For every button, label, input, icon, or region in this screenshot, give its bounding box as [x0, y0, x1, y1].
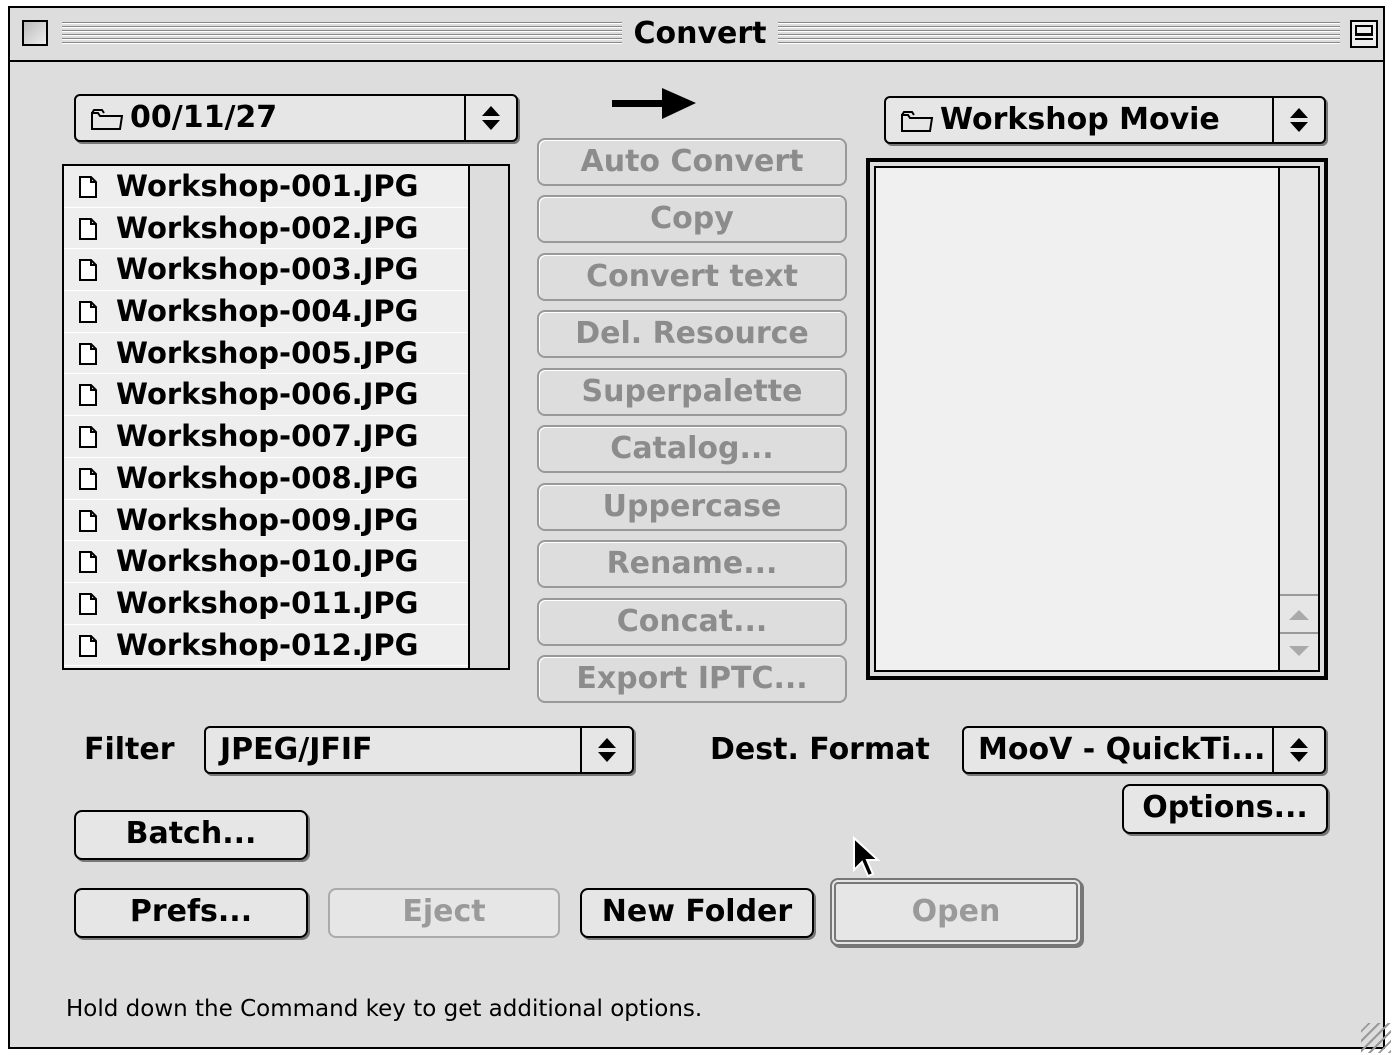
- dest-format-popup[interactable]: MooV - QuickTi...: [962, 726, 1326, 774]
- copy-button[interactable]: Copy: [537, 195, 847, 243]
- dest-folder-popup[interactable]: Workshop Movie: [884, 96, 1326, 144]
- batch-button[interactable]: Batch...: [74, 810, 308, 860]
- catalog-button[interactable]: Catalog...: [537, 425, 847, 473]
- source-folder-name: 00/11/27: [130, 100, 278, 135]
- scroll-down-arrow-icon[interactable]: [1280, 632, 1318, 670]
- popup-arrows-icon: [464, 96, 516, 140]
- filter-popup[interactable]: JPEG/JFIF: [204, 726, 634, 774]
- file-name: Workshop-003.JPG: [116, 252, 419, 287]
- file-list-item[interactable]: Workshop-003.JPG: [64, 249, 470, 292]
- document-icon: [79, 384, 97, 407]
- convert-text-button[interactable]: Convert text: [537, 253, 847, 301]
- file-list-item[interactable]: Workshop-010.JPG: [64, 541, 470, 583]
- dest-format-value: MooV - QuickTi...: [978, 732, 1266, 767]
- file-name: Workshop-006.JPG: [116, 377, 419, 412]
- file-list-item[interactable]: Workshop-011.JPG: [64, 583, 470, 625]
- dest-format-label: Dest. Format: [710, 732, 930, 767]
- dest-folder-label: Workshop Movie: [900, 98, 1220, 142]
- file-list-item[interactable]: Workshop-008.JPG: [64, 458, 470, 500]
- document-icon: [79, 176, 97, 198]
- file-list-item[interactable]: Workshop-007.JPG: [64, 416, 470, 458]
- auto-convert-button[interactable]: Auto Convert: [537, 138, 847, 186]
- status-hint: Hold down the Command key to get additio…: [66, 996, 703, 1022]
- file-name: Workshop-009.JPG: [116, 502, 419, 537]
- eject-button[interactable]: Eject: [328, 888, 560, 938]
- file-name: Workshop-005.JPG: [116, 335, 419, 370]
- dest-file-list[interactable]: [866, 158, 1328, 680]
- popup-arrows-icon: [1272, 98, 1324, 142]
- resize-grip-icon[interactable]: [1361, 1023, 1391, 1053]
- filter-label: Filter: [84, 732, 175, 767]
- document-icon: [79, 426, 97, 449]
- export-iptc-button[interactable]: Export IPTC...: [537, 655, 847, 703]
- file-list-scrollbar[interactable]: [468, 166, 508, 668]
- folder-icon: [91, 108, 124, 130]
- file-name: Workshop-011.JPG: [116, 585, 419, 620]
- file-list-item[interactable]: Workshop-005.JPG: [64, 333, 470, 375]
- filter-value: JPEG/JFIF: [220, 732, 373, 767]
- file-name: Workshop-010.JPG: [116, 544, 419, 579]
- file-list-item[interactable]: Workshop-012.JPG: [64, 625, 470, 667]
- source-folder-popup[interactable]: 00/11/27: [74, 94, 518, 142]
- right-arrow-icon: [612, 88, 696, 119]
- document-icon: [79, 509, 97, 532]
- uppercase-button[interactable]: Uppercase: [537, 483, 847, 531]
- new-folder-button[interactable]: New Folder: [580, 888, 814, 938]
- document-icon: [79, 592, 97, 615]
- popup-arrows-icon: [1272, 728, 1324, 772]
- title-bar[interactable]: Convert: [10, 8, 1383, 62]
- prefs-button[interactable]: Prefs...: [74, 888, 308, 938]
- file-name: Workshop-008.JPG: [116, 460, 419, 495]
- document-icon: [79, 217, 97, 240]
- dest-list-content: [874, 166, 1320, 672]
- document-icon: [79, 551, 97, 574]
- document-icon: [79, 467, 97, 490]
- window-title: Convert: [630, 14, 770, 54]
- mouse-pointer-icon: [853, 836, 881, 878]
- open-button[interactable]: Open: [830, 878, 1082, 946]
- title-stripes-right: [778, 20, 1340, 46]
- file-list-item[interactable]: Workshop-009.JPG: [64, 500, 470, 542]
- del-resource-button[interactable]: Del. Resource: [537, 310, 847, 358]
- scroll-up-arrow-icon[interactable]: [1280, 594, 1318, 632]
- file-list-item[interactable]: Workshop-004.JPG: [64, 291, 470, 333]
- source-folder-label: 00/11/27: [90, 96, 277, 140]
- dest-folder-name: Workshop Movie: [940, 102, 1220, 137]
- file-list-item[interactable]: Workshop-002.JPG: [64, 208, 470, 250]
- popup-arrows-icon: [580, 728, 632, 772]
- document-icon: [79, 259, 97, 282]
- close-box[interactable]: [22, 20, 48, 46]
- rename-button[interactable]: Rename...: [537, 540, 847, 588]
- source-file-list[interactable]: Workshop-001.JPG Workshop-002.JPG Workshop…: [62, 164, 510, 670]
- document-icon: [79, 301, 97, 324]
- file-name: Workshop-004.JPG: [116, 294, 419, 329]
- zoom-box[interactable]: [1350, 20, 1378, 48]
- file-name: Workshop-007.JPG: [116, 419, 419, 454]
- options-button[interactable]: Options...: [1122, 784, 1328, 834]
- document-icon: [79, 634, 97, 657]
- dest-list-scrollbar[interactable]: [1278, 168, 1318, 670]
- superpalette-button[interactable]: Superpalette: [537, 368, 847, 416]
- folder-icon: [901, 110, 934, 132]
- title-stripes-left: [62, 20, 622, 46]
- file-name: Workshop-001.JPG: [116, 169, 419, 203]
- concat-button[interactable]: Concat...: [537, 598, 847, 646]
- document-icon: [79, 342, 97, 365]
- file-name: Workshop-012.JPG: [116, 627, 419, 662]
- file-name: Workshop-002.JPG: [116, 210, 419, 245]
- file-list-item[interactable]: Workshop-001.JPG: [64, 166, 470, 208]
- file-list-item[interactable]: Workshop-006.JPG: [64, 374, 470, 417]
